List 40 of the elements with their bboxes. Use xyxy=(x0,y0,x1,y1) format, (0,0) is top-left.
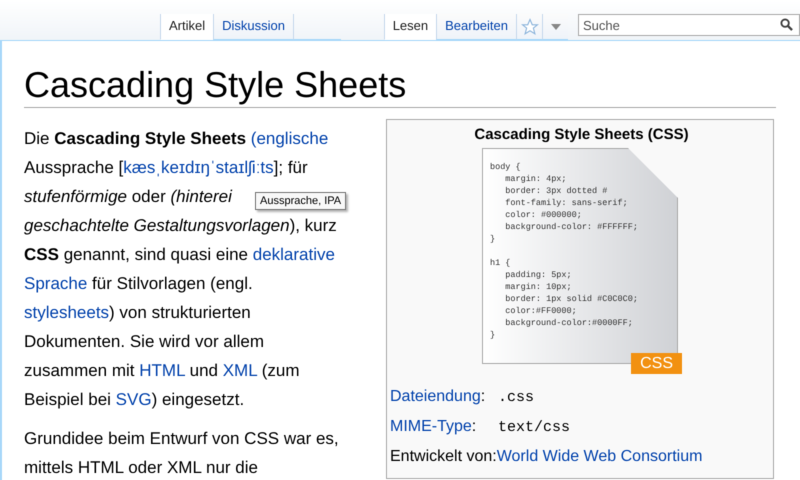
link[interactable]: HTML xyxy=(139,361,185,380)
text-line: Sprache für Stilvorlagen (engl. xyxy=(24,273,253,295)
text-line: zusammen mit HTML und XML (zum xyxy=(24,360,300,382)
tooltip: Aussprache, IPA xyxy=(255,192,346,210)
text-line: Die Cascading Style Sheets (englische xyxy=(24,128,328,150)
tab[interactable]: Diskussion xyxy=(213,14,293,40)
text-line: stufenförmige oder (hinterei xyxy=(24,186,232,208)
code-sample: h1 { padding: 5px; margin: 10px; border: 1px solid #C0C0C0; color:#FF0000; background-color:#0000FF; } xyxy=(490,257,638,341)
text-line: Dokumenten. Sie wird vor allem xyxy=(24,331,264,353)
link[interactable]: XML xyxy=(222,361,258,380)
tab[interactable]: Bearbeiten xyxy=(436,14,516,40)
text-line: geschachtelte Gestaltungsvorlagen), kurz xyxy=(24,215,337,237)
field-value: .css xyxy=(498,388,534,408)
link[interactable]: kæsˌkeɪdɪŋˈstaɪlʃiːts xyxy=(123,158,274,177)
code-sample: body { margin: 4px; border: 3px dotted # font-family: sans-serif; color: #000000; background-color: #FFFFFF; } xyxy=(490,161,638,245)
css-badge: CSS xyxy=(631,353,682,374)
text-line: Beispiel bei SVG) eingesetzt. xyxy=(24,389,244,411)
field-label: Entwickelt von: xyxy=(390,447,497,467)
colon: : xyxy=(480,387,486,407)
text-line: Grundidee beim Entwurf von CSS war es, xyxy=(24,428,339,450)
colon: : xyxy=(472,417,476,437)
text-line: Aussprache [kæsˌkeɪdɪŋˈstaɪlʃiːts]; für xyxy=(24,157,308,179)
link[interactable]: stylesheets xyxy=(24,303,110,322)
link[interactable]: Dateiendung xyxy=(390,382,481,411)
link[interactable]: Sprache xyxy=(24,274,88,293)
search-field[interactable]: Suche xyxy=(578,14,800,36)
text-line: mittels HTML oder XML nur die xyxy=(24,457,258,479)
search-icon[interactable] xyxy=(780,18,793,31)
link[interactable]: deklarative xyxy=(252,245,335,264)
infobox-title: Cascading Style Sheets (CSS) xyxy=(474,126,689,143)
tab[interactable]: Lesen xyxy=(384,14,436,40)
text-line: stylesheets) von strukturierten xyxy=(24,302,251,324)
link[interactable]: World Wide Web Consortium xyxy=(496,442,702,471)
field-value: text/css xyxy=(498,418,570,438)
page-title: Cascading Style Sheets xyxy=(24,63,406,107)
text-line: CSS genannt, sind quasi eine deklarative xyxy=(24,244,335,266)
link[interactable]: MIME-Type xyxy=(390,412,472,441)
tab[interactable]: Artikel xyxy=(160,14,214,40)
link[interactable]: (englische xyxy=(250,129,328,148)
link[interactable]: SVG xyxy=(116,390,152,409)
